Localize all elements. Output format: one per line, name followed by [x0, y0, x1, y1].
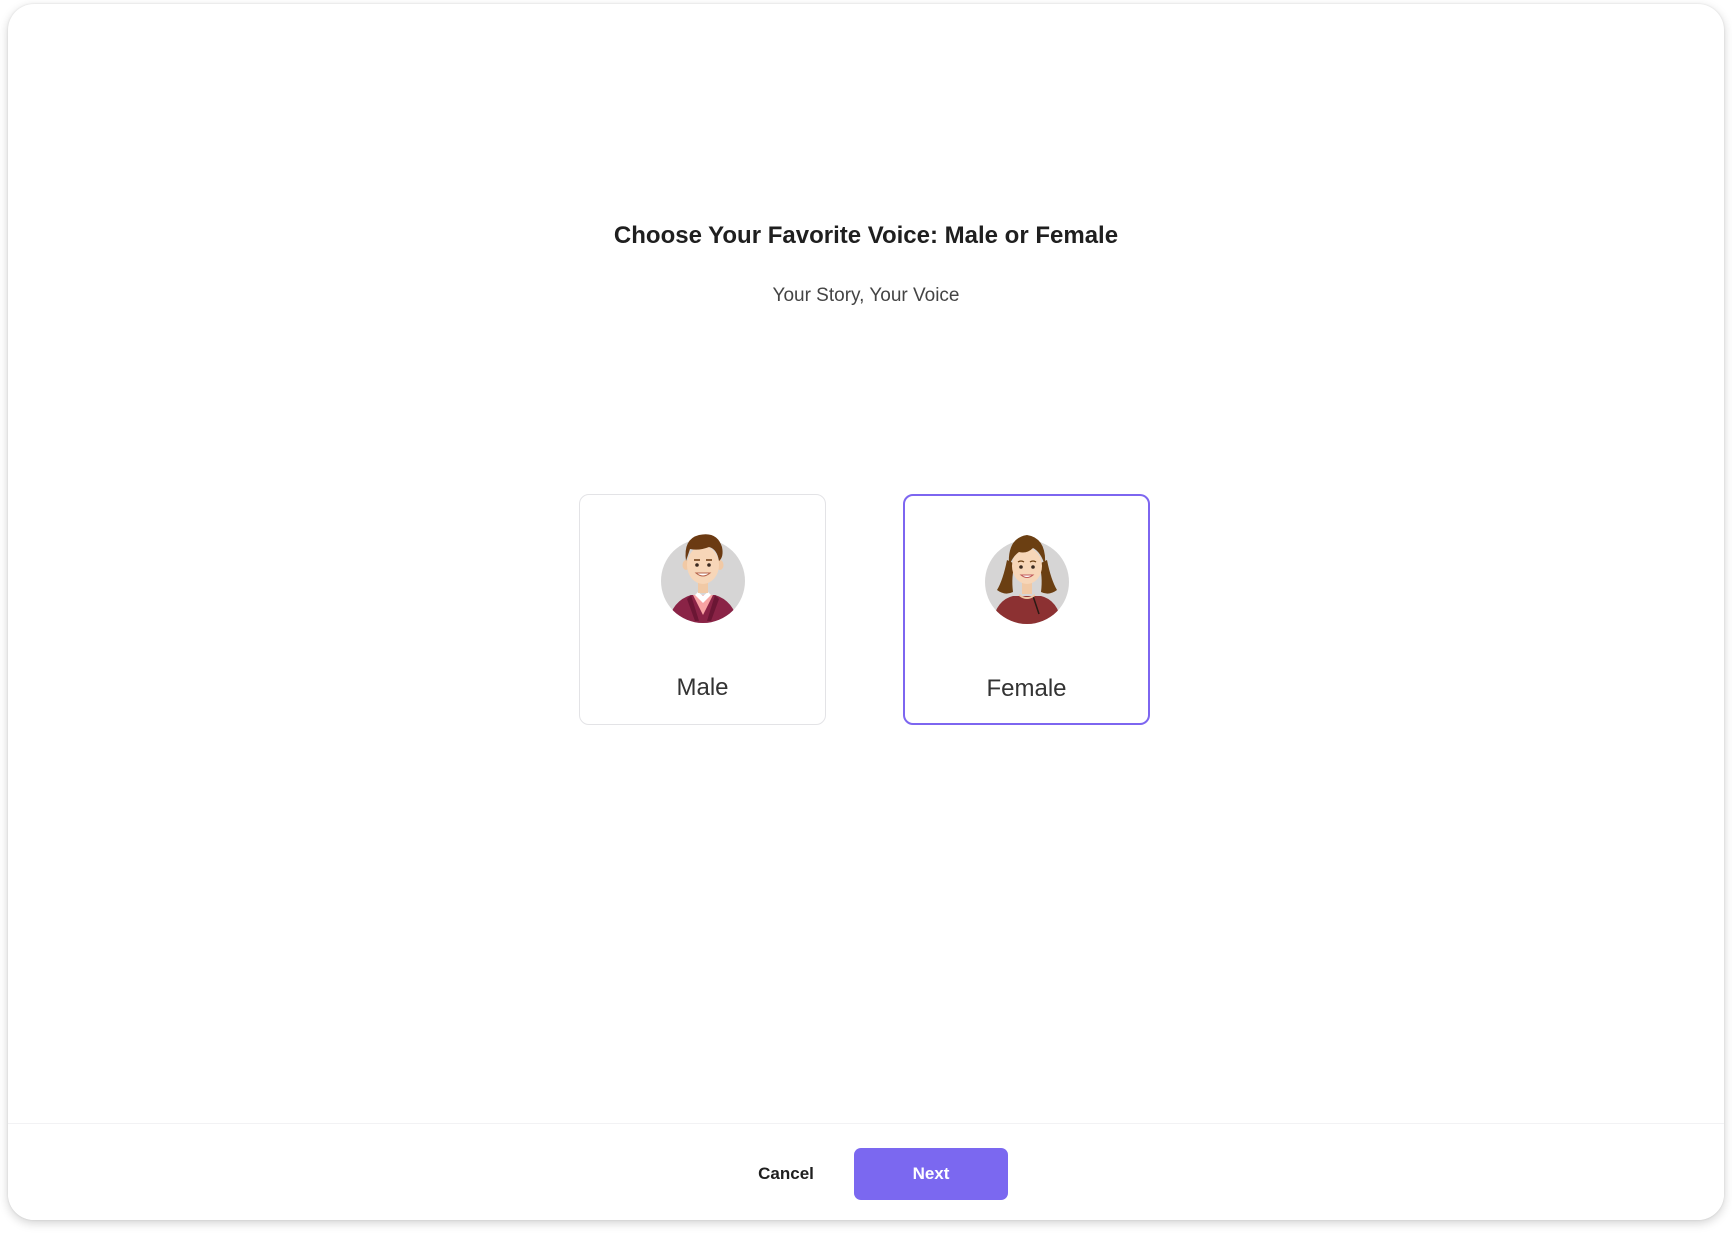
male-avatar-icon	[660, 534, 745, 623]
female-option-label: Female	[986, 675, 1067, 702]
female-avatar-icon	[984, 535, 1069, 624]
male-option-label: Male	[676, 674, 729, 701]
voice-selection-dialog: Choose Your Favorite Voice: Male or Fema…	[8, 4, 1724, 1220]
dialog-footer: Cancel Next	[8, 1123, 1724, 1220]
cancel-button[interactable]: Cancel	[736, 1148, 836, 1200]
female-voice-option[interactable]: Female	[903, 494, 1150, 725]
page-title: Choose Your Favorite Voice: Male or Fema…	[613, 222, 1119, 249]
male-voice-option[interactable]: Male	[579, 494, 826, 725]
page-subtitle: Your Story, Your Voice	[772, 285, 960, 306]
next-button[interactable]: Next	[854, 1148, 1008, 1200]
